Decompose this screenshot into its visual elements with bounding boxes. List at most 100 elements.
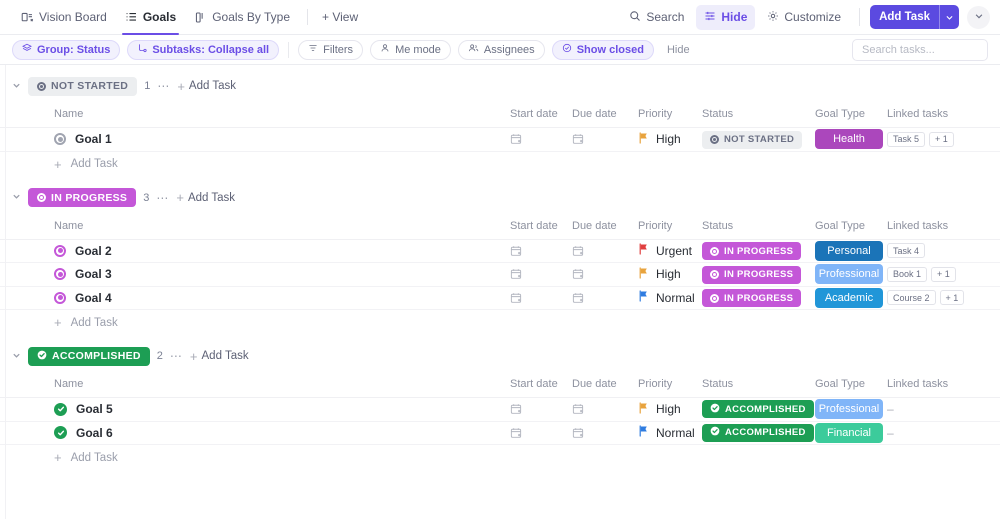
cell-linked-tasks[interactable]: – — [887, 397, 1000, 422]
radio-grey-icon[interactable] — [54, 133, 66, 146]
row-status-badge[interactable]: ACCOMPLISHED — [702, 400, 814, 419]
cell-priority[interactable]: Normal — [638, 421, 702, 445]
col-due-date[interactable]: Due date — [572, 216, 638, 240]
cell-start-date[interactable] — [510, 421, 572, 445]
add-task-row[interactable]: + Add Task — [0, 445, 1000, 470]
filters-button[interactable]: Filters — [298, 39, 364, 60]
add-task-row[interactable]: + Add Task — [0, 152, 1000, 177]
calendar-add-icon[interactable] — [510, 268, 572, 280]
col-start-date[interactable]: Start date — [510, 375, 572, 398]
radio-purple-icon[interactable] — [54, 244, 66, 257]
table-row[interactable]: Goal 6 Normal ACCOMPLISHED Financial – — [0, 421, 1000, 445]
collapse-caret-icon[interactable] — [12, 81, 21, 92]
group-status-badge[interactable]: NOT STARTED — [28, 76, 138, 96]
cell-status[interactable]: IN PROGRESS — [702, 239, 815, 263]
col-status[interactable]: Status — [702, 105, 815, 128]
table-row[interactable]: Goal 2 Urgent IN PROGRESS Personal Task 4 — [0, 239, 1000, 263]
cell-linked-tasks[interactable]: Book 1 + 1 — [887, 262, 1000, 287]
col-priority[interactable]: Priority — [638, 216, 702, 240]
cell-priority[interactable]: High — [638, 127, 702, 152]
col-status[interactable]: Status — [702, 375, 815, 398]
hide-button[interactable]: Hide — [696, 4, 756, 30]
radio-purple-icon[interactable] — [54, 268, 66, 281]
tab-goals-by-type[interactable]: Goals By Type — [185, 0, 299, 35]
add-task-chevron-down-icon[interactable] — [940, 5, 959, 29]
col-linked-tasks[interactable]: Linked tasks — [887, 216, 1000, 240]
search-tasks-input[interactable] — [862, 43, 978, 56]
cell-due-date[interactable] — [572, 127, 638, 152]
col-status[interactable]: Status — [702, 216, 815, 240]
cell-due-date[interactable] — [572, 421, 638, 445]
add-view-button[interactable]: + View — [316, 10, 364, 24]
cell-goal-type[interactable]: Professional — [815, 397, 887, 422]
filterbar-hide-button[interactable]: Hide — [661, 44, 696, 56]
add-task-row[interactable]: + Add Task — [0, 310, 1000, 335]
calendar-add-icon[interactable] — [572, 292, 638, 304]
calendar-add-icon[interactable] — [572, 133, 638, 145]
row-status-badge[interactable]: IN PROGRESS — [702, 242, 802, 260]
cell-start-date[interactable] — [510, 262, 572, 287]
col-due-date[interactable]: Due date — [572, 375, 638, 398]
customize-button[interactable]: Customize — [759, 5, 849, 30]
cell-due-date[interactable] — [572, 286, 638, 310]
calendar-add-icon[interactable] — [572, 245, 638, 257]
col-goal-type[interactable]: Goal Type — [815, 216, 887, 240]
goal-type-badge[interactable]: Academic — [815, 287, 883, 308]
me-mode-toggle[interactable]: Me mode — [370, 39, 451, 60]
subtasks-filter[interactable]: Subtasks: Collapse all — [127, 39, 280, 60]
col-priority[interactable]: Priority — [638, 105, 702, 128]
calendar-add-icon[interactable] — [510, 245, 572, 257]
goal-type-badge[interactable]: Health — [815, 129, 883, 150]
cell-due-date[interactable] — [572, 397, 638, 422]
tab-goals[interactable]: Goals — [116, 0, 185, 35]
col-name[interactable]: Name — [0, 105, 510, 128]
cell-start-date[interactable] — [510, 239, 572, 263]
table-row[interactable]: Goal 4 Normal IN PROGRESS Academic Course 2 +… — [0, 286, 1000, 310]
cell-linked-tasks[interactable]: – — [887, 421, 1000, 445]
check-green-icon[interactable] — [54, 426, 67, 440]
goal-type-badge[interactable]: Financial — [815, 422, 883, 443]
cell-name[interactable]: Goal 3 — [0, 262, 510, 287]
linked-task-chip[interactable]: + 1 — [939, 290, 965, 306]
col-goal-type[interactable]: Goal Type — [815, 105, 887, 128]
calendar-add-icon[interactable] — [572, 403, 638, 415]
radio-purple-icon[interactable] — [54, 291, 66, 304]
tab-vision-board[interactable]: Vision Board — [12, 0, 116, 35]
cell-linked-tasks[interactable]: Task 4 — [887, 239, 1000, 263]
row-status-badge[interactable]: IN PROGRESS — [702, 289, 802, 307]
cell-goal-type[interactable]: Health — [815, 127, 887, 152]
cell-name[interactable]: Goal 2 — [0, 239, 510, 263]
row-status-badge[interactable]: NOT STARTED — [702, 130, 803, 149]
cell-start-date[interactable] — [510, 397, 572, 422]
table-row[interactable]: Goal 5 High ACCOMPLISHED Professional – — [0, 397, 1000, 422]
linked-task-chip[interactable]: + 1 — [931, 266, 956, 282]
cell-name[interactable]: Goal 6 — [0, 421, 510, 445]
check-green-icon[interactable] — [54, 402, 67, 416]
linked-task-chip[interactable]: Task 5 — [887, 131, 926, 147]
cell-due-date[interactable] — [572, 239, 638, 263]
col-goal-type[interactable]: Goal Type — [815, 375, 887, 398]
linked-task-chip[interactable]: Course 2 — [887, 290, 936, 306]
assignees-filter[interactable]: Assignees — [457, 39, 545, 60]
group-status-badge[interactable]: ACCOMPLISHED — [28, 346, 150, 366]
cell-goal-type[interactable]: Personal — [815, 239, 887, 263]
table-row[interactable]: Goal 1 High NOT STARTED Health Task 5 + 1 — [0, 127, 1000, 152]
col-linked-tasks[interactable]: Linked tasks — [887, 105, 1000, 128]
group-more-icon[interactable]: ⋯ — [156, 191, 169, 205]
linked-task-chip[interactable]: Task 4 — [887, 243, 926, 259]
row-status-badge[interactable]: IN PROGRESS — [702, 265, 802, 284]
cell-priority[interactable]: High — [638, 262, 702, 287]
col-start-date[interactable]: Start date — [510, 105, 572, 128]
col-name[interactable]: Name — [0, 375, 510, 398]
calendar-add-icon[interactable] — [572, 427, 638, 439]
col-name[interactable]: Name — [0, 216, 510, 240]
group-more-icon[interactable]: ⋯ — [170, 349, 183, 363]
cell-goal-type[interactable]: Financial — [815, 421, 887, 445]
show-closed-toggle[interactable]: Show closed — [551, 39, 654, 60]
more-options-button[interactable] — [967, 5, 990, 29]
group-add-task-button[interactable]: + Add Task — [177, 80, 236, 93]
group-status-badge[interactable]: IN PROGRESS — [28, 188, 137, 207]
cell-status[interactable]: NOT STARTED — [702, 127, 815, 152]
table-row[interactable]: Goal 3 High IN PROGRESS Professional Book 1 +… — [0, 262, 1000, 287]
cell-goal-type[interactable]: Academic — [815, 286, 887, 310]
